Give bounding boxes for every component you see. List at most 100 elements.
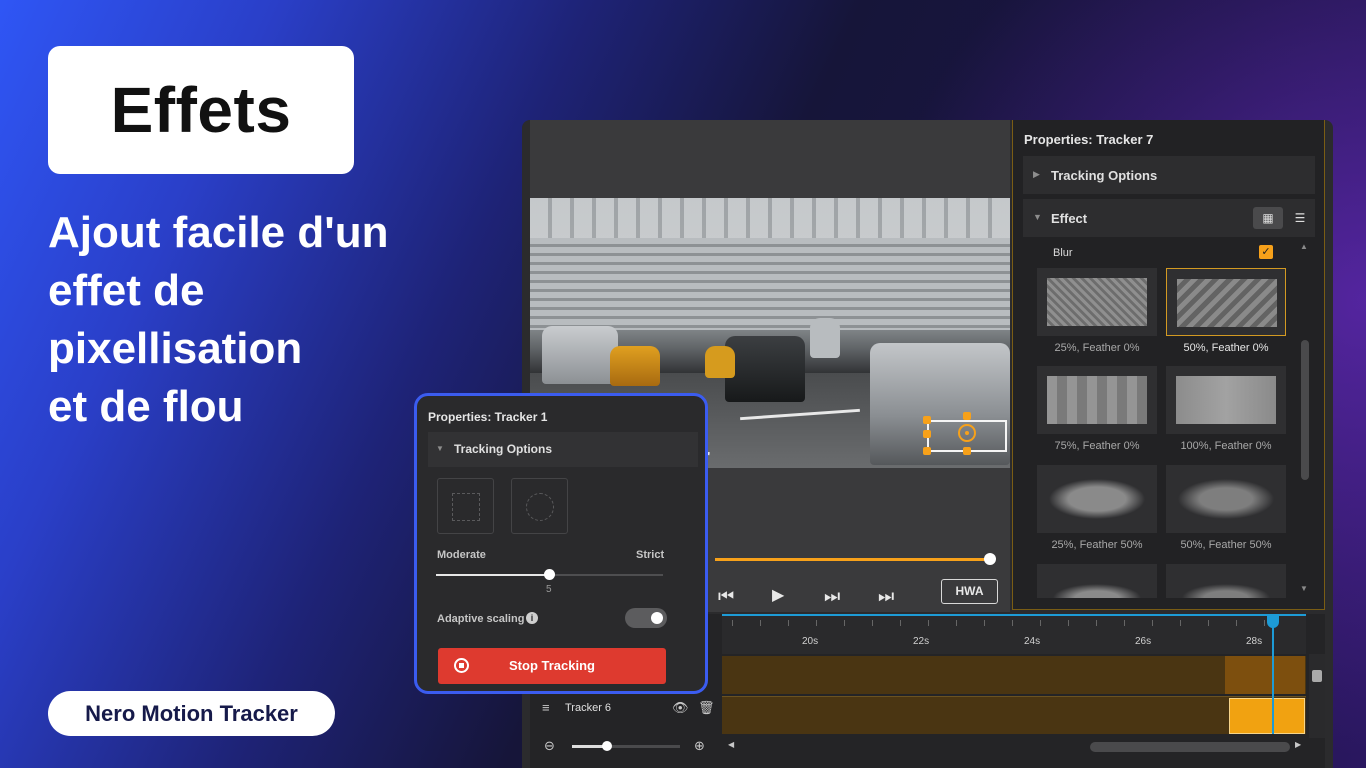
effect-label: Effect <box>1051 211 1088 226</box>
chevron-down-icon: ▼ <box>436 444 444 453</box>
headline: Ajout facile d'un effet de pixellisation… <box>48 204 448 436</box>
track-segment[interactable] <box>1225 656 1305 694</box>
zoom-slider-fill <box>572 745 606 748</box>
resize-handle[interactable] <box>923 430 931 438</box>
strictness-value: 5 <box>546 584 552 595</box>
resize-handle[interactable] <box>963 412 971 420</box>
effect-section[interactable]: ▼ Effect ▦ ☰ <box>1023 199 1315 237</box>
ellipse-mode-button[interactable] <box>511 478 568 534</box>
ruler-tick <box>1236 620 1237 626</box>
skip-end-icon[interactable]: ⏭ <box>878 578 894 614</box>
ruler-tick <box>928 620 929 626</box>
zoom-slider-knob[interactable] <box>602 741 612 751</box>
playhead[interactable] <box>1272 614 1274 734</box>
headline-line-1: Ajout facile d'un <box>48 208 389 257</box>
ruler-tick <box>788 620 789 626</box>
strictness-slider-knob[interactable] <box>544 569 555 580</box>
ruler-tick <box>844 620 845 626</box>
play-icon[interactable]: ▶ <box>772 578 784 614</box>
properties-panel: Properties: Tracker 7 ▶ Tracking Options… <box>1012 120 1325 610</box>
scroll-left-icon[interactable]: ◀ <box>728 740 734 749</box>
moderate-label: Moderate <box>437 549 486 561</box>
strict-label: Strict <box>636 549 665 561</box>
scroll-right-icon[interactable]: ▶ <box>1295 740 1301 749</box>
tracking-options-label: Tracking Options <box>454 442 553 456</box>
grid-view-icon[interactable]: ▦ <box>1253 207 1283 229</box>
zoom-out-icon[interactable]: ⊖ <box>544 738 555 754</box>
blur-label: Blur <box>1053 247 1073 259</box>
brand-name: Nero Motion Tracker <box>85 700 298 726</box>
target-crosshair-icon[interactable] <box>958 424 976 442</box>
list-settings-icon[interactable]: ☰ <box>1285 207 1315 229</box>
playhead-handle[interactable] <box>1267 614 1279 628</box>
step-forward-icon[interactable]: ⏭ <box>824 578 840 614</box>
track-segment-selected[interactable] <box>1229 698 1305 734</box>
preset-preview <box>1047 376 1147 424</box>
ruler-tick <box>732 620 733 626</box>
playback-scrubber[interactable] <box>984 553 996 565</box>
ruler-label: 22s <box>913 636 930 647</box>
track-scrollbar[interactable] <box>1309 654 1325 738</box>
time-ruler[interactable]: 20s 22s 24s 26s 28s <box>722 614 1306 654</box>
square-mode-button[interactable] <box>437 478 494 534</box>
tracking-options-section[interactable]: ▶ Tracking Options <box>1023 156 1315 194</box>
ruler-tick <box>956 620 957 626</box>
preset-thumb[interactable] <box>1037 465 1157 533</box>
preset-thumb[interactable] <box>1166 366 1286 434</box>
tracker-card-title: Properties: Tracker 1 <box>428 410 548 424</box>
ruler-tick <box>1152 620 1153 626</box>
preset-caption: 25%, Feather 0% <box>1054 342 1140 354</box>
trash-icon[interactable]: 🗑 <box>698 700 715 716</box>
tracking-options-section[interactable]: ▼ Tracking Options <box>428 432 698 467</box>
effects-badge-label: Effets <box>110 74 292 146</box>
ruler-tick <box>900 620 901 626</box>
track-name: Tracker 6 <box>565 702 612 714</box>
preset-thumb[interactable] <box>1166 465 1286 533</box>
info-icon[interactable]: i <box>526 612 538 624</box>
presets-scrollbar[interactable]: ▲ ▼ <box>1298 240 1312 596</box>
video-building <box>530 238 1010 330</box>
preset-thumb[interactable] <box>1037 366 1157 434</box>
resize-handle[interactable] <box>923 416 931 424</box>
view-toggle: ▦ ☰ <box>1253 207 1315 229</box>
track-lane[interactable] <box>722 696 1306 734</box>
drag-handle-icon[interactable]: ≡ <box>542 700 550 715</box>
preset-preview <box>1176 475 1276 523</box>
adaptive-scaling-label: Adaptive scaling <box>437 613 525 625</box>
preset-thumb[interactable] <box>1037 268 1157 336</box>
ruler-tick <box>1040 620 1041 626</box>
ruler-tick <box>1096 620 1097 626</box>
resize-handle[interactable] <box>923 447 931 455</box>
preset-thumb[interactable] <box>1166 564 1286 598</box>
adaptive-scaling-toggle[interactable] <box>625 608 667 628</box>
preset-caption: 50%, Feather 0% <box>1183 342 1269 354</box>
track-scroll-thumb[interactable] <box>1312 670 1322 682</box>
tracking-options-label: Tracking Options <box>1051 168 1158 183</box>
eye-icon[interactable]: 👁 <box>672 700 689 716</box>
step-back-icon[interactable]: ⏮ <box>718 578 734 614</box>
ruler-tick <box>984 620 985 626</box>
ruler-tick <box>1124 620 1125 626</box>
scroll-thumb[interactable] <box>1301 340 1309 480</box>
track-lane[interactable] <box>722 656 1306 694</box>
blur-checkbox[interactable]: ✓ <box>1259 245 1273 259</box>
stop-tracking-button[interactable]: Stop Tracking <box>438 648 666 684</box>
headline-line-2: effet de <box>48 266 205 315</box>
resize-handle[interactable] <box>963 447 971 455</box>
preset-thumb[interactable] <box>1037 564 1157 598</box>
timeline-scrollbar[interactable] <box>1090 742 1290 752</box>
preset-thumb-selected[interactable] <box>1166 268 1286 336</box>
stop-tracking-label: Stop Tracking <box>509 658 595 673</box>
playback-progress[interactable] <box>715 558 990 561</box>
hwa-button[interactable]: HWA <box>941 579 998 604</box>
car-taxi-2 <box>705 346 735 378</box>
ruler-tick <box>1264 620 1265 626</box>
ruler-tick <box>816 620 817 626</box>
headline-line-3: pixellisation <box>48 324 303 373</box>
zoom-in-icon[interactable]: ⊕ <box>694 738 705 754</box>
scroll-up-icon[interactable]: ▲ <box>1300 242 1308 251</box>
scroll-down-icon[interactable]: ▼ <box>1300 584 1308 593</box>
ruler-label: 24s <box>1024 636 1041 647</box>
car-dark-sedan <box>725 336 805 402</box>
brand-pill: Nero Motion Tracker <box>48 691 335 736</box>
